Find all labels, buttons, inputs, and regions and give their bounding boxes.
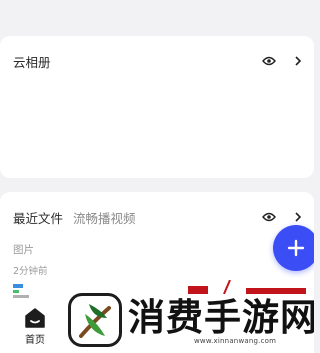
recent-files-title[interactable]: 最近文件 — [13, 208, 63, 227]
thumbnail-bar — [13, 290, 19, 293]
site-watermark: 消费手游网 www.xinnanwang.com — [66, 276, 314, 353]
screen: 云相册 最近文件 流畅播视频 图片 2分钟前 首页 消费手游网 www.xinn… — [0, 0, 314, 353]
recent-files-header: 最近文件 流畅播视频 — [13, 208, 304, 226]
eye-icon[interactable] — [262, 56, 276, 66]
cloud-album-header: 云相册 — [13, 52, 304, 70]
chevron-right-icon[interactable] — [294, 56, 302, 66]
watermark-logo — [68, 293, 122, 347]
cloud-album-card[interactable]: 云相册 — [0, 36, 314, 178]
photos-section-label: 图片 — [13, 244, 34, 256]
thumbnail-bar — [13, 284, 23, 288]
file-thumbnail[interactable] — [13, 284, 31, 300]
bamboo-leaf-icon — [79, 304, 111, 338]
cloud-album-title: 云相册 — [13, 54, 51, 70]
chevron-right-icon[interactable] — [294, 212, 302, 222]
file-timestamp: 2分钟前 — [13, 266, 48, 277]
smooth-video-tab[interactable]: 流畅播视频 — [73, 208, 136, 227]
tab-home[interactable]: 首页 — [0, 300, 70, 353]
watermark-url: www.xinnanwang.com — [194, 337, 277, 345]
watermark-text: 消费手游网 — [128, 295, 314, 339]
eye-icon[interactable] — [262, 212, 276, 222]
thumbnail-bar — [13, 295, 29, 298]
home-icon — [25, 308, 45, 328]
plus-icon — [287, 239, 305, 257]
add-button[interactable] — [273, 225, 314, 271]
tab-home-label: 首页 — [25, 335, 45, 346]
